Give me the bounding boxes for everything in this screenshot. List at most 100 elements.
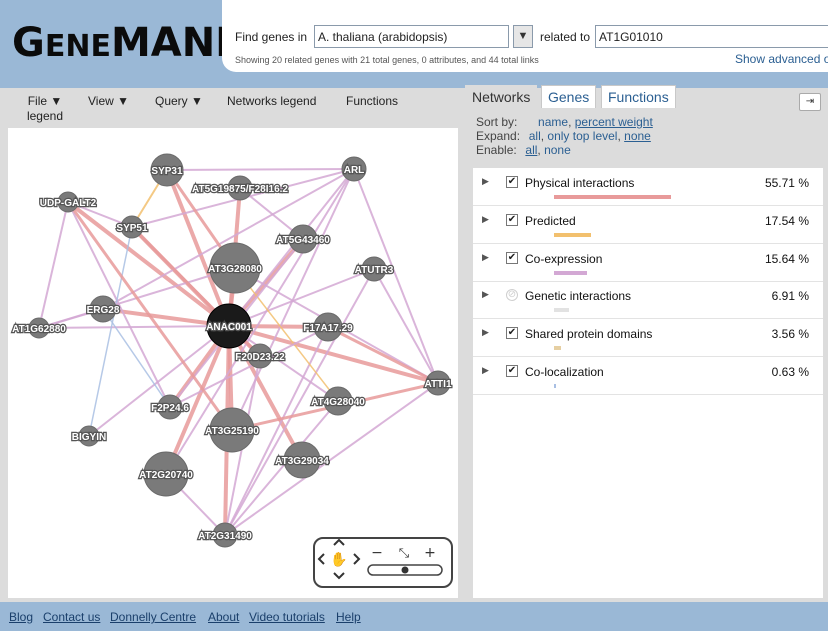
menu-networks-legend[interactable]: Networks legend bbox=[227, 94, 316, 109]
pan-control[interactable]: ✋ bbox=[317, 539, 361, 580]
gene-node[interactable]: BIGYIN bbox=[71, 425, 107, 447]
footer-tutorials-link[interactable]: Video tutorials bbox=[249, 610, 325, 624]
gene-label: F2P24.6 bbox=[151, 403, 189, 414]
show-advanced-link[interactable]: Show advanced o bbox=[735, 52, 828, 66]
gene-query-input[interactable]: AT1G01010 bbox=[595, 25, 828, 48]
expand-none-link[interactable]: none bbox=[624, 129, 651, 143]
zoom-slider-thumb[interactable] bbox=[401, 566, 409, 574]
footer-donnelly-link[interactable]: Donnelly Centre bbox=[110, 610, 196, 624]
network-checkbox[interactable]: ✔ bbox=[506, 176, 518, 188]
gene-node[interactable]: AT3G25190 bbox=[204, 407, 261, 453]
interaction-edge[interactable] bbox=[166, 168, 355, 171]
results-panel: Networks Genes Functions ⇥ Sort by: name… bbox=[465, 85, 828, 602]
network-graph[interactable]: ANAC001 SYP31 AT5G19875/F28I16.2 ARL UDP-GAL… bbox=[8, 128, 458, 598]
enable-options: Enable: all, none bbox=[476, 143, 571, 157]
fit-screen-icon[interactable]: ⤡ bbox=[399, 546, 410, 561]
network-row[interactable]: ▶ ✔ Co-expression 15.64 % bbox=[473, 244, 823, 282]
zoom-out-button[interactable]: − bbox=[371, 545, 383, 561]
footer-help-link[interactable]: Help bbox=[336, 610, 361, 624]
gene-node[interactable]: ATTI1 bbox=[423, 370, 453, 396]
menu-view[interactable]: View ▼ bbox=[88, 94, 129, 109]
gene-node[interactable]: ARL bbox=[341, 156, 367, 182]
navigation-controls-svg: ✋ − ⤡ + bbox=[317, 539, 443, 580]
gene-node[interactable]: AT3G29034 bbox=[274, 441, 331, 479]
network-row[interactable]: ▶ ✔ Predicted 17.54 % bbox=[473, 206, 823, 244]
sort-options: Sort by: name, percent weight bbox=[476, 115, 653, 129]
pan-left-icon[interactable] bbox=[317, 553, 325, 565]
expand-arrow-icon[interactable]: ▶ bbox=[482, 289, 489, 300]
sort-by-weight-link[interactable]: percent weight bbox=[575, 115, 653, 129]
header: GENEMANIA Find genes in A. thaliana (ara… bbox=[0, 0, 828, 88]
network-name: Co-expression bbox=[525, 252, 603, 266]
expand-all-link[interactable]: all bbox=[529, 129, 541, 143]
expand-arrow-icon[interactable]: ▶ bbox=[482, 176, 489, 187]
hand-icon[interactable]: ✋ bbox=[330, 551, 347, 568]
network-row[interactable]: ▶ ✔ Co-localization 0.63 % bbox=[473, 357, 823, 395]
gene-node[interactable]: AT5G43460 bbox=[275, 224, 332, 254]
query-gene-node[interactable]: ANAC001 bbox=[205, 303, 253, 349]
gene-label: F17A17.29 bbox=[303, 323, 353, 334]
footer-about-link[interactable]: About bbox=[208, 610, 239, 624]
expand-arrow-icon[interactable]: ▶ bbox=[482, 327, 489, 338]
pan-up-icon[interactable] bbox=[333, 539, 345, 546]
enable-none-link[interactable]: none bbox=[544, 143, 571, 157]
interaction-edge[interactable] bbox=[38, 325, 230, 329]
menu-file[interactable]: File ▼ legend bbox=[18, 94, 72, 124]
network-list: ▶ ✔ Physical interactions 55.71 % ▶ ✔ Predicte… bbox=[473, 168, 823, 598]
interaction-edge[interactable] bbox=[88, 325, 230, 437]
expand-arrow-icon[interactable]: ▶ bbox=[482, 214, 489, 225]
menu-query[interactable]: Query ▼ bbox=[155, 94, 203, 109]
gene-node[interactable]: AT2G31490 bbox=[197, 522, 254, 548]
tab-genes[interactable]: Genes bbox=[541, 85, 597, 108]
menu-functions[interactable]: Functions bbox=[346, 94, 398, 109]
gene-label: AT1G62880 bbox=[12, 324, 66, 335]
collapse-panel-button[interactable]: ⇥ bbox=[799, 93, 821, 111]
network-checkbox[interactable]: ✔ bbox=[506, 327, 518, 339]
footer-contact-link[interactable]: Contact us bbox=[43, 610, 100, 624]
gene-node[interactable]: ERG28 bbox=[85, 295, 121, 323]
organism-select[interactable]: A. thaliana (arabidopsis) bbox=[314, 25, 509, 48]
expand-arrow-icon[interactable]: ▶ bbox=[482, 252, 489, 263]
gene-node[interactable]: ATUTR3 bbox=[353, 256, 395, 282]
network-checkbox[interactable]: ✔ bbox=[506, 214, 518, 226]
pan-right-icon[interactable] bbox=[353, 553, 361, 565]
network-row[interactable]: ▶ ✔ Shared protein domains 3.56 % bbox=[473, 319, 823, 357]
tab-functions[interactable]: Functions bbox=[601, 85, 676, 108]
gene-label: AT2G20740 bbox=[139, 470, 193, 481]
network-panel: File ▼ legend View ▼ Query ▼ Networks le… bbox=[0, 88, 465, 602]
gene-node[interactable]: AT5G19875/F28I16.2 bbox=[191, 175, 290, 201]
network-name: Co-localization bbox=[525, 365, 604, 379]
network-weight-bar bbox=[554, 271, 587, 275]
network-checkbox[interactable]: ✔ bbox=[506, 252, 518, 264]
network-row[interactable]: ▶ ✔ Physical interactions 55.71 % bbox=[473, 168, 823, 206]
expand-top-level-link[interactable]: only top level bbox=[547, 129, 617, 143]
gene-label: AT4G28040 bbox=[311, 397, 365, 408]
expand-arrow-icon[interactable]: ▶ bbox=[482, 365, 489, 376]
enable-all-link[interactable]: all bbox=[525, 143, 537, 157]
interaction-edge[interactable] bbox=[38, 201, 69, 329]
network-graph-svg[interactable]: ANAC001 SYP31 AT5G19875/F28I16.2 ARL UDP-GAL… bbox=[8, 128, 458, 598]
gene-label: AT3G29034 bbox=[275, 456, 329, 467]
footer-blog-link[interactable]: Blog bbox=[9, 610, 33, 624]
gene-node[interactable]: AT3G28080 bbox=[207, 242, 264, 294]
sort-by-name-link[interactable]: name bbox=[538, 115, 568, 129]
gene-node[interactable]: F2P24.6 bbox=[150, 394, 191, 420]
gene-label: ERG28 bbox=[87, 305, 120, 316]
zoom-in-button[interactable]: + bbox=[424, 545, 436, 561]
gene-node[interactable]: AT1G62880 bbox=[11, 317, 68, 339]
interaction-edge[interactable] bbox=[102, 308, 171, 408]
network-weight-bar bbox=[554, 195, 671, 199]
gene-label: F20D23.22 bbox=[235, 352, 285, 363]
organism-dropdown-button[interactable]: ▼ bbox=[513, 25, 533, 48]
sort-label: Sort by: bbox=[476, 115, 518, 129]
network-row[interactable]: ▶ ⊘ Genetic interactions 6.91 % bbox=[473, 281, 823, 319]
gene-node[interactable]: SYP51 bbox=[115, 215, 149, 239]
pan-down-icon[interactable] bbox=[333, 572, 345, 580]
find-genes-label: Find genes in bbox=[235, 30, 308, 44]
tab-networks[interactable]: Networks bbox=[465, 85, 538, 108]
gene-node[interactable]: AT2G20740 bbox=[138, 451, 195, 497]
gene-node[interactable]: SYP31 bbox=[150, 153, 184, 187]
graph-nodes: ANAC001 SYP31 AT5G19875/F28I16.2 ARL UDP-GAL… bbox=[11, 153, 453, 548]
network-checkbox[interactable]: ✔ bbox=[506, 365, 518, 377]
gene-label: AT2G31490 bbox=[198, 531, 252, 542]
